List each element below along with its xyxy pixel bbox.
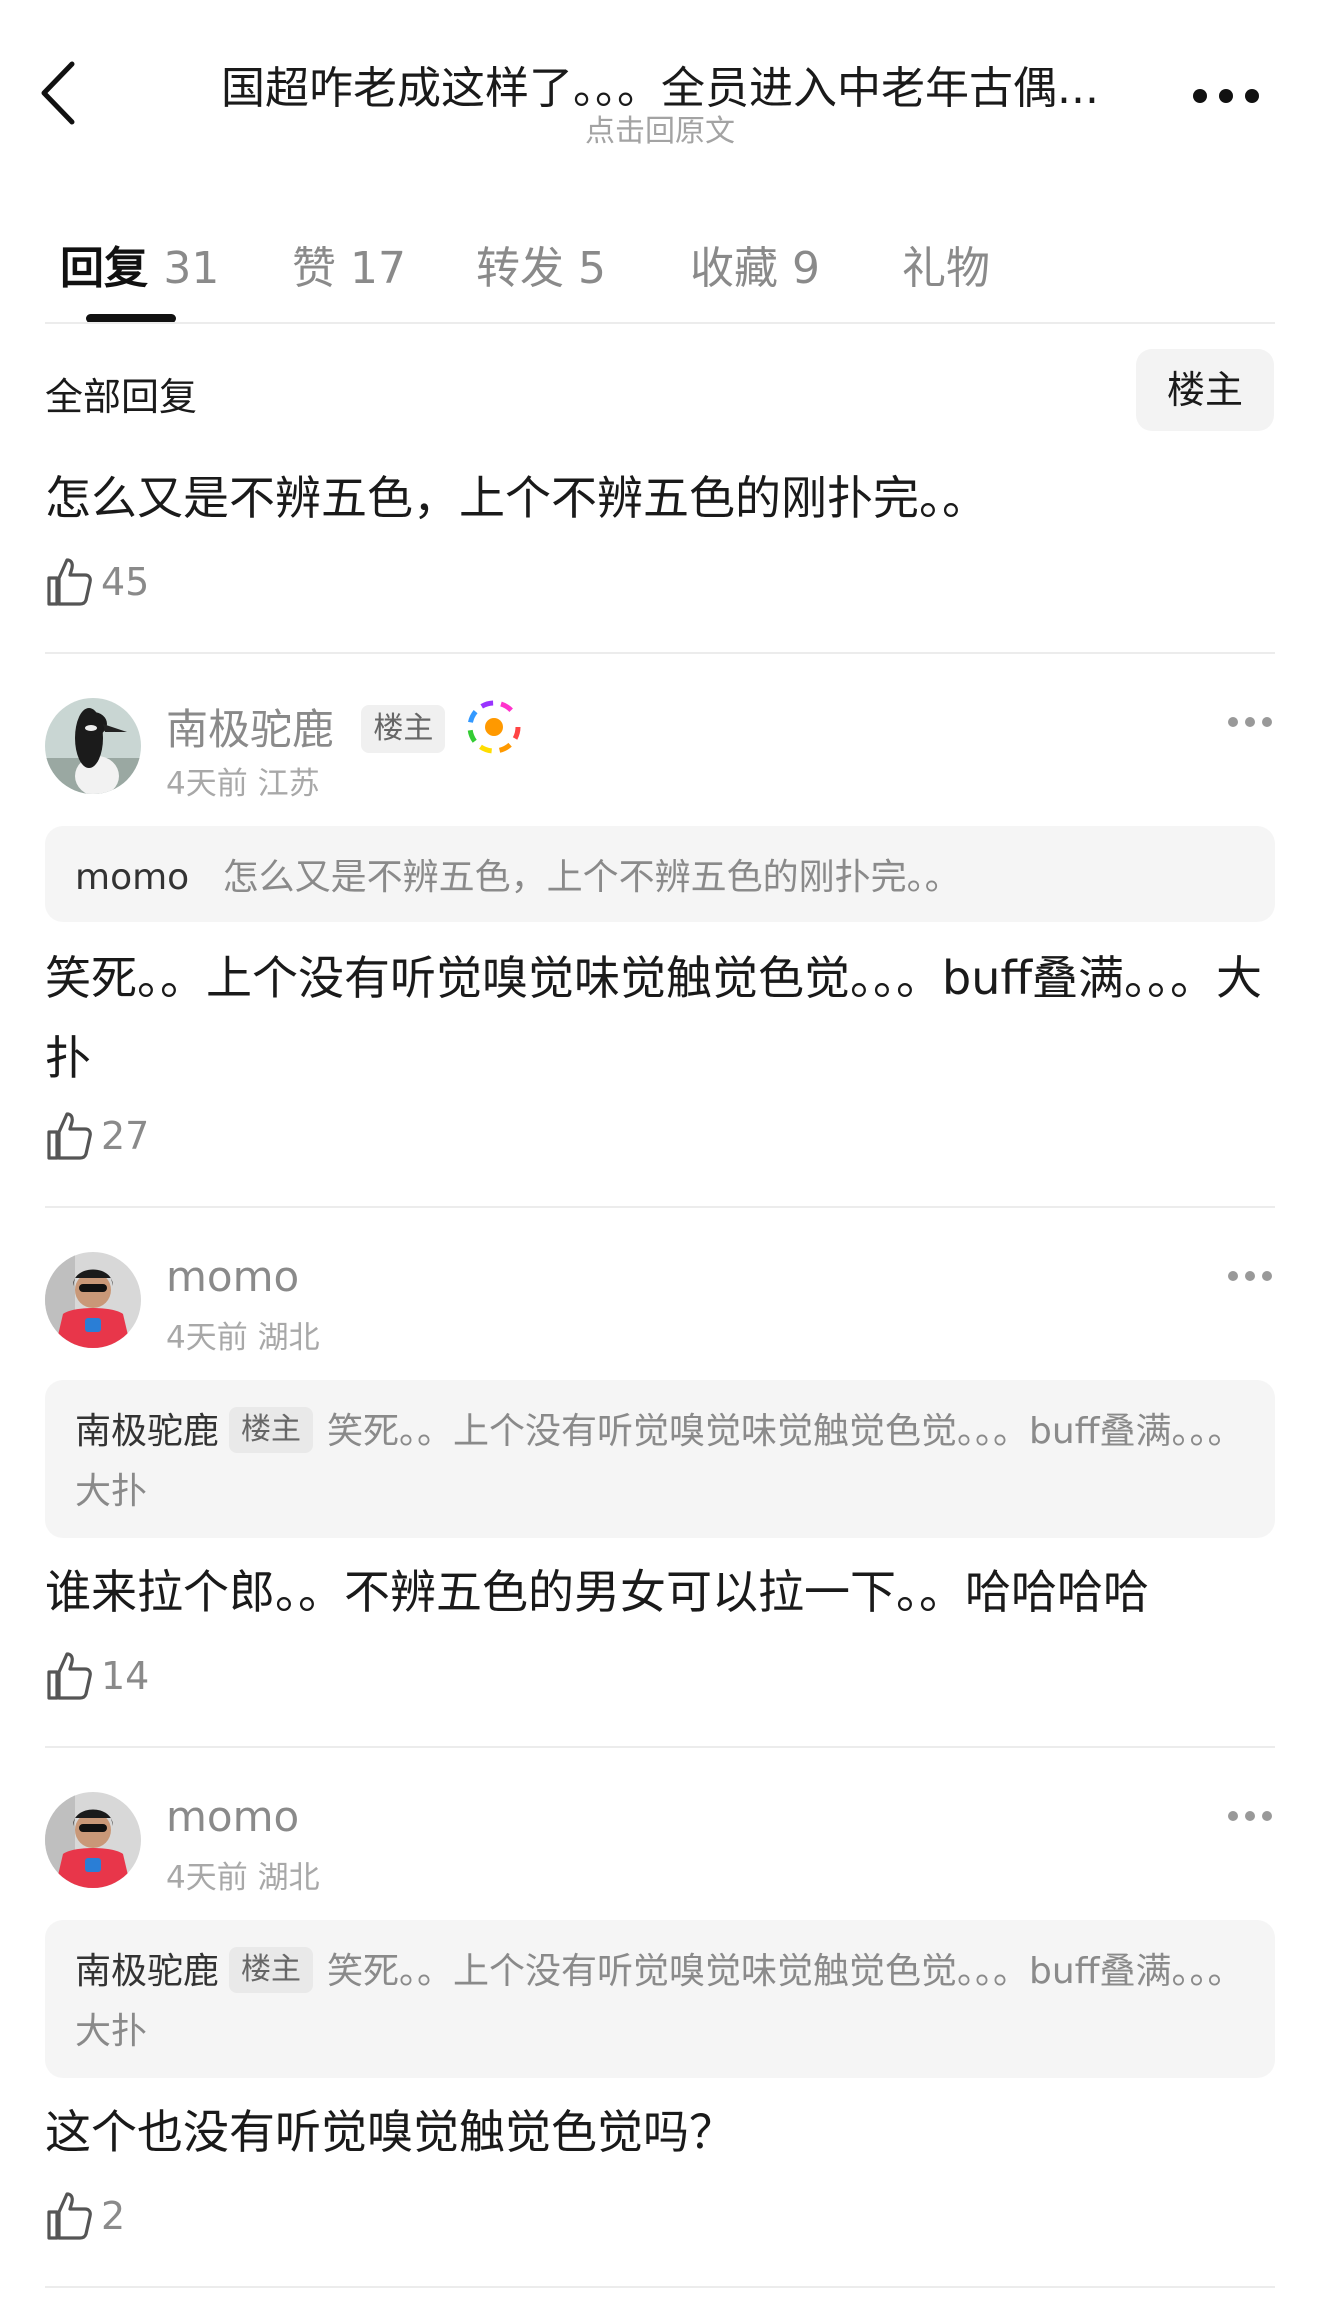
quoted-comment[interactable]: momo 怎么又是不辨五色，上个不辨五色的刚扑完。。	[45, 826, 1275, 922]
reply-text: 谁来拉个郎。。不辨五色的男女可以拉一下。。哈哈哈哈	[45, 1565, 1149, 1619]
divider	[45, 322, 1275, 324]
timestamp-location: 4天前 江苏	[166, 766, 320, 802]
tab-count: 17	[350, 243, 406, 294]
quoted-username: momo	[75, 857, 190, 898]
top-bar: 国超咋老成这样了。。。全员进入中老年古偶... 点击回原文	[0, 0, 1320, 170]
thumbs-up-icon	[47, 2192, 92, 2240]
owner-filter-button[interactable]: 楼主	[1136, 349, 1274, 431]
tab-label: 回复	[60, 243, 148, 294]
chevron-left-icon	[41, 61, 75, 125]
tab-count: 5	[578, 243, 606, 294]
interaction-tabs: 回复 31 赞 17 转发 5 收藏 9 礼物	[0, 220, 1320, 324]
username-row[interactable]: momo	[166, 1252, 299, 1301]
rainbow-ring-badge-icon	[467, 700, 521, 754]
reply-text: 这个也没有听觉嗅觉触觉色觉吗？	[45, 2105, 735, 2159]
more-horizontal-icon	[1193, 89, 1259, 103]
tab-replies[interactable]: 回复 31	[60, 232, 219, 296]
timestamp-location: 4天前 湖北	[166, 1320, 320, 1356]
root-comment-text: 怎么又是不辨五色，上个不辨五色的刚扑完。。	[45, 471, 988, 525]
quoted-username: 南极驼鹿	[75, 1411, 220, 1452]
quoted-comment[interactable]: 南极驼鹿 楼主 笑死。。上个没有听觉嗅觉味觉触觉色觉。。。buff叠满。。。大扑	[45, 1380, 1275, 1538]
avatar[interactable]	[45, 1792, 141, 1888]
thumbs-up-icon	[47, 1652, 92, 1700]
avatar[interactable]	[45, 698, 141, 794]
username-row[interactable]: 南极驼鹿 楼主	[166, 696, 521, 757]
comment-more-button[interactable]	[1226, 1266, 1274, 1286]
tab-favorites[interactable]: 收藏 9	[690, 232, 820, 296]
username: momo	[166, 1792, 300, 1841]
tab-count: 31	[163, 243, 220, 294]
back-button[interactable]	[38, 58, 98, 128]
owner-badge: 楼主	[229, 1407, 314, 1453]
divider	[45, 1746, 1275, 1748]
tab-label: 礼物	[902, 243, 990, 294]
timestamp-location: 4天前 湖北	[166, 1860, 320, 1896]
tab-likes[interactable]: 赞 17	[292, 232, 406, 296]
section-title: 全部回复	[45, 375, 198, 419]
quoted-text: 怎么又是不辨五色，上个不辨五色的刚扑完。。	[222, 857, 961, 898]
like-count: 2	[101, 2194, 126, 2238]
divider	[45, 652, 1275, 654]
owner-badge: 楼主	[361, 705, 446, 753]
more-button[interactable]	[1190, 78, 1262, 114]
comment-more-button[interactable]	[1226, 712, 1274, 732]
thumbs-up-icon	[47, 1112, 92, 1160]
tab-label: 转发	[476, 243, 564, 294]
quoted-comment[interactable]: 南极驼鹿 楼主 笑死。。上个没有听觉嗅觉味觉触觉色觉。。。buff叠满。。。大扑	[45, 1920, 1275, 2078]
tab-label: 收藏	[690, 243, 778, 294]
tab-count: 9	[792, 243, 820, 294]
more-horizontal-icon	[1228, 1271, 1272, 1281]
tab-label: 赞	[292, 243, 336, 294]
username: 南极驼鹿	[166, 705, 335, 754]
like-count: 27	[101, 1114, 150, 1158]
username-row[interactable]: momo	[166, 1792, 299, 1841]
quoted-username: 南极驼鹿	[75, 1951, 220, 1992]
divider	[45, 2286, 1275, 2288]
thumbs-up-icon	[47, 558, 92, 606]
more-horizontal-icon	[1228, 1811, 1272, 1821]
tab-gifts[interactable]: 礼物	[902, 232, 990, 296]
more-horizontal-icon	[1228, 717, 1272, 727]
back-to-original-link[interactable]: 点击回原文	[150, 106, 1170, 150]
tab-reposts[interactable]: 转发 5	[476, 232, 606, 296]
like-count: 14	[101, 1654, 150, 1698]
owner-badge: 楼主	[229, 1947, 314, 1993]
avatar[interactable]	[45, 1252, 141, 1348]
like-count: 45	[101, 560, 150, 604]
divider	[45, 1206, 1275, 1208]
comment-more-button[interactable]	[1226, 1806, 1274, 1826]
username: momo	[166, 1252, 300, 1301]
reply-text: 笑死。。上个没有听觉嗅觉味觉触觉色觉。。。buff叠满。。。大扑	[45, 951, 1263, 1085]
